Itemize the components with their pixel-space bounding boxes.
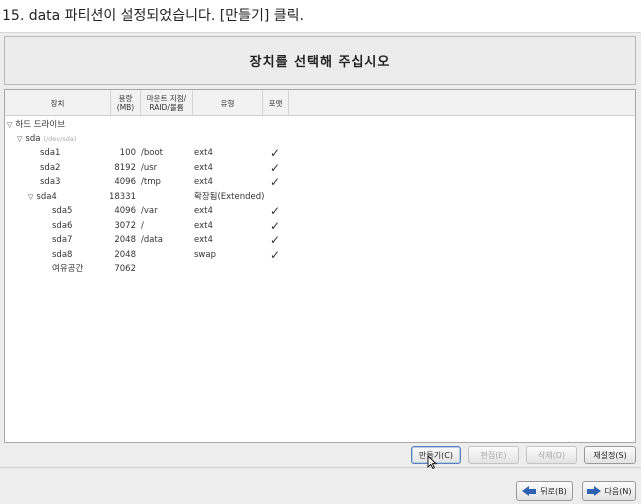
partition-type: 확장됨(Extended): [194, 191, 265, 202]
partition-size: 8192: [114, 162, 136, 173]
partition-size: 7062: [114, 264, 136, 274]
column-header-device[interactable]: 장치: [5, 90, 111, 116]
partition-name: sda1: [40, 148, 61, 158]
partition-type: swap: [194, 249, 216, 260]
partition-type: ext4: [194, 177, 213, 187]
expander-down-icon[interactable]: ▽: [7, 118, 12, 133]
tree-row-partition[interactable]: sda8 2048 swap ✓: [5, 248, 635, 263]
instruction-caption: 15. data 파티션이 설정되었습니다. [만들기] 클릭.: [0, 0, 641, 32]
partition-name: sda7: [52, 235, 73, 245]
tree-row-partition[interactable]: sda3 4096/tmp ext4 ✓: [5, 175, 635, 190]
expander-down-icon[interactable]: ▽: [28, 190, 33, 205]
partition-name: sda8: [52, 249, 73, 260]
back-label: 뒤로(B): [540, 486, 567, 496]
partition-name: sda5: [52, 206, 73, 216]
partition-mount: /data: [141, 235, 164, 245]
format-check-icon: ✓: [270, 204, 281, 218]
mouse-pointer-icon: [427, 455, 437, 469]
separator: [0, 467, 641, 468]
tree-row-partition[interactable]: sda7 2048/data ext4 ✓: [5, 233, 635, 248]
arrow-left-icon: [522, 486, 537, 496]
partition-name: sda3: [40, 177, 61, 187]
partition-name: sda6: [52, 220, 73, 231]
partition-mount: /: [141, 220, 144, 231]
partition-mount: /tmp: [141, 177, 161, 187]
partition-name: sda2: [40, 162, 61, 173]
column-header-format[interactable]: 포맷: [263, 90, 289, 116]
header-panel: 장치를 선택해 주십시오: [4, 36, 636, 85]
partition-mount: /usr: [141, 162, 158, 173]
tree-root-label: 하드 드라이브: [15, 120, 66, 130]
partition-type: ext4: [194, 220, 213, 231]
tree-row-partition[interactable]: sda5 4096/var ext4 ✓: [5, 204, 635, 219]
partition-name: sda4: [36, 191, 57, 202]
format-check-icon: ✓: [270, 218, 281, 233]
delete-button[interactable]: 삭제(D): [526, 446, 577, 464]
tree-row-partition[interactable]: ▽ sda4 18331 확장됨(Extended): [5, 190, 635, 205]
partition-mount: /var: [141, 206, 158, 216]
partition-type: ext4: [194, 162, 213, 173]
partition-size: 18331: [108, 191, 136, 202]
column-header-row: 장치 용량 (MB) 마운트 지점/ RAID/볼륨 유형 포맷: [5, 90, 635, 116]
partition-name: 여유공간: [52, 264, 84, 274]
format-check-icon: ✓: [270, 175, 281, 189]
column-header-type[interactable]: 유형: [193, 90, 263, 116]
tree-row-partition[interactable]: sda2 8192/usr ext4 ✓: [5, 161, 635, 176]
back-button[interactable]: 뒤로(B): [516, 481, 573, 501]
partition-type: ext4: [194, 235, 213, 245]
column-header-size[interactable]: 용량 (MB): [111, 90, 141, 116]
arrow-right-icon: [586, 486, 601, 496]
partition-type: ext4: [194, 148, 213, 158]
partition-size: 3072: [114, 220, 136, 231]
expander-down-icon[interactable]: ▽: [17, 132, 22, 147]
partition-size: 4096: [114, 177, 136, 187]
next-label: 다음(N): [604, 486, 632, 496]
column-header-mount[interactable]: 마운트 지점/ RAID/볼륨: [141, 90, 193, 116]
disk-name: sda: [25, 134, 41, 144]
next-button[interactable]: 다음(N): [582, 481, 636, 501]
page-title: 장치를 선택해 주십시오: [249, 55, 391, 70]
format-check-icon: ✓: [270, 160, 281, 175]
device-tree-view[interactable]: 장치 용량 (MB) 마운트 지점/ RAID/볼륨 유형 포맷 ▽ 하드 드라이…: [4, 89, 636, 443]
partition-type: ext4: [194, 206, 213, 216]
partition-mount: /boot: [141, 148, 163, 158]
format-check-icon: ✓: [270, 233, 281, 247]
disk-path: (/dev/sda): [43, 135, 77, 143]
tree-row-hard-drives[interactable]: ▽ 하드 드라이브: [5, 118, 635, 133]
partition-size: 100: [119, 148, 136, 158]
installer-window: 장치를 선택해 주십시오 장치 용량 (MB) 마운트 지점/ RAID/볼륨 …: [0, 32, 641, 504]
format-check-icon: ✓: [270, 146, 281, 160]
tree-row-partition[interactable]: sda6 3072 / ext4 ✓: [5, 219, 635, 234]
reset-button[interactable]: 재설정(S): [584, 446, 636, 464]
edit-button[interactable]: 편집(E): [468, 446, 519, 464]
tree-row-partition[interactable]: sda1 100/boot ext4 ✓: [5, 146, 635, 161]
tree-row-sda[interactable]: ▽ sda (/dev/sda): [5, 132, 635, 147]
tree-row-partition[interactable]: 여유공간 7062: [5, 262, 635, 277]
partition-size: 2048: [114, 235, 136, 245]
format-check-icon: ✓: [270, 247, 281, 262]
partition-size: 2048: [114, 249, 136, 260]
partition-size: 4096: [114, 206, 136, 216]
